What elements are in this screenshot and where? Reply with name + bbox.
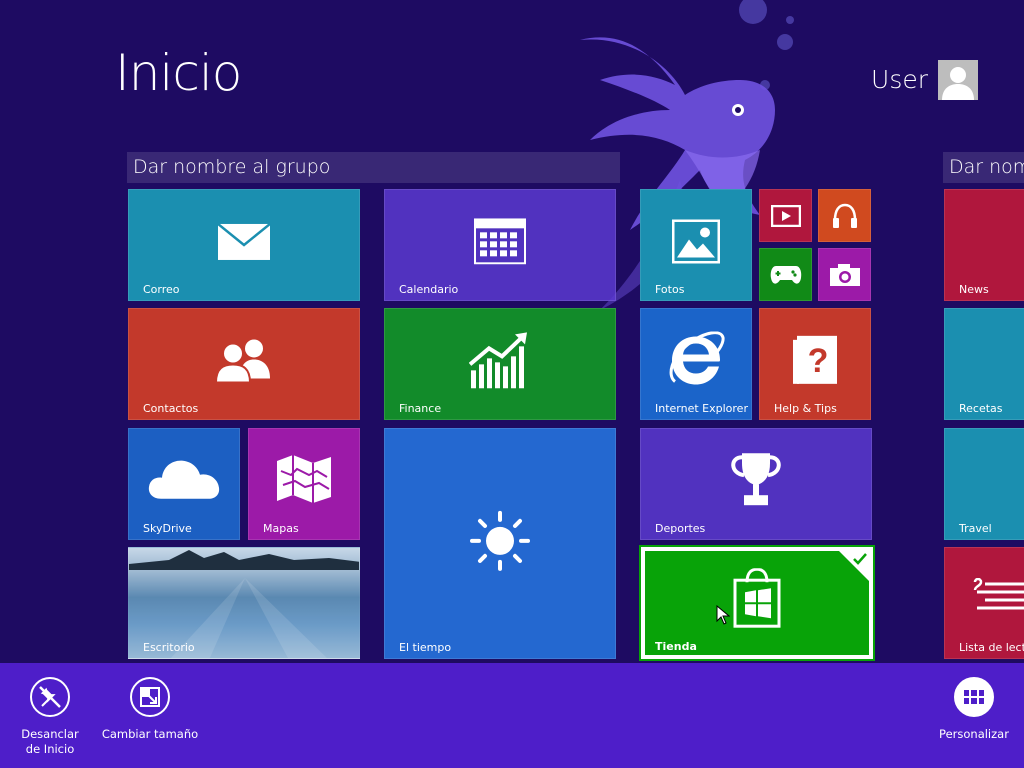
page-title: Inicio [115, 44, 242, 102]
tile-label: Help & Tips [774, 402, 837, 415]
tile-label: Recetas [959, 402, 1003, 415]
map-icon [277, 455, 331, 503]
start-screen: Inicio User Dar nombre al grupo Dar nomb… [0, 0, 1024, 768]
group-name-field-2[interactable]: Dar nombre al grupo [943, 152, 1024, 183]
resize-circle [130, 677, 170, 717]
svg-text:?: ? [808, 342, 829, 380]
customize-button[interactable]: Personalizar [924, 677, 1024, 742]
tile-label: Fotos [655, 283, 685, 296]
tile-escritorio[interactable]: Escritorio [128, 547, 360, 659]
user-account[interactable]: User [871, 60, 978, 100]
unpin-label: Desanclar de Inicio [21, 727, 79, 756]
avatar [938, 60, 978, 100]
mouse-cursor-icon [716, 605, 730, 625]
tile-recetas[interactable]: Recetas [944, 308, 1024, 420]
tile-finance[interactable]: Finance [384, 308, 616, 420]
unpin-circle [30, 677, 70, 717]
app-bar: Desanclar de Inicio Cambiar tamaño Perso… [0, 663, 1024, 768]
camera-icon [829, 263, 860, 286]
tile-deportes[interactable]: Deportes [640, 428, 872, 540]
tile-label: Tienda [655, 640, 697, 653]
tile-help-tips[interactable]: ? Help & Tips [759, 308, 871, 420]
photo-icon [672, 219, 720, 264]
tile-label: Calendario [399, 283, 459, 296]
resize-button[interactable]: Cambiar tamaño [100, 677, 200, 742]
user-name: User [871, 64, 928, 94]
people-icon [214, 339, 270, 383]
sun-icon [470, 510, 530, 571]
tile-news[interactable]: News [944, 189, 1024, 301]
user-avatar-icon [942, 67, 974, 100]
resize-label: Cambiar tamaño [101, 727, 199, 741]
tile-lista-lectura[interactable]: Lista de lectura [944, 547, 1024, 659]
tile-label: SkyDrive [143, 522, 192, 535]
tile-label: Mapas [263, 522, 299, 535]
reading-list-icon [973, 578, 1024, 610]
tile-mapas[interactable]: Mapas [248, 428, 360, 540]
tile-el-tiempo[interactable]: El tiempo [384, 428, 616, 659]
tile-label: Correo [143, 283, 180, 296]
tile-calendario[interactable]: Calendario [384, 189, 616, 301]
tile-label: Deportes [655, 522, 706, 535]
tile-juegos[interactable] [759, 248, 812, 301]
tile-label: Contactos [143, 402, 199, 415]
tile-label: News [959, 283, 989, 296]
cloud-icon [148, 460, 220, 499]
mail-icon [217, 222, 271, 260]
calendar-icon [474, 218, 526, 265]
gamepad-icon [770, 265, 801, 284]
unpin-from-start-button[interactable]: Desanclar de Inicio [0, 677, 100, 757]
tile-video[interactable] [759, 189, 812, 242]
customize-grid-icon [964, 690, 984, 704]
tile-skydrive[interactable]: SkyDrive [128, 428, 240, 540]
tile-travel[interactable]: Travel [944, 428, 1024, 540]
tile-label: Travel [959, 522, 992, 535]
headphones-icon [832, 203, 857, 228]
tile-camara[interactable] [818, 248, 871, 301]
stock-chart-icon [469, 332, 527, 389]
tile-musica[interactable] [818, 189, 871, 242]
tile-tienda[interactable]: Tienda [639, 545, 875, 661]
group-name-field[interactable]: Dar nombre al grupo [127, 152, 620, 183]
resize-icon [140, 687, 160, 707]
tile-fotos[interactable]: Fotos [640, 189, 752, 301]
tile-label: Lista de lectura [959, 641, 1024, 654]
tile-correo[interactable]: Correo [128, 189, 360, 301]
tile-label: Finance [399, 402, 442, 415]
trophy-icon [731, 453, 781, 506]
store-bag-icon [733, 568, 781, 628]
customize-circle [954, 677, 994, 717]
help-book-icon: ? [793, 335, 837, 384]
tile-label: Escritorio [143, 641, 195, 654]
customize-label: Personalizar [939, 727, 1009, 741]
tile-label: El tiempo [399, 641, 452, 654]
tile-contactos[interactable]: Contactos [128, 308, 360, 420]
tile-label: Internet Explorer [655, 402, 748, 415]
internet-explorer-icon [669, 331, 725, 385]
tile-internet-explorer[interactable]: Internet Explorer [640, 308, 752, 420]
unpin-icon [39, 686, 61, 708]
checkmark-icon [853, 553, 867, 565]
video-icon [770, 204, 801, 227]
